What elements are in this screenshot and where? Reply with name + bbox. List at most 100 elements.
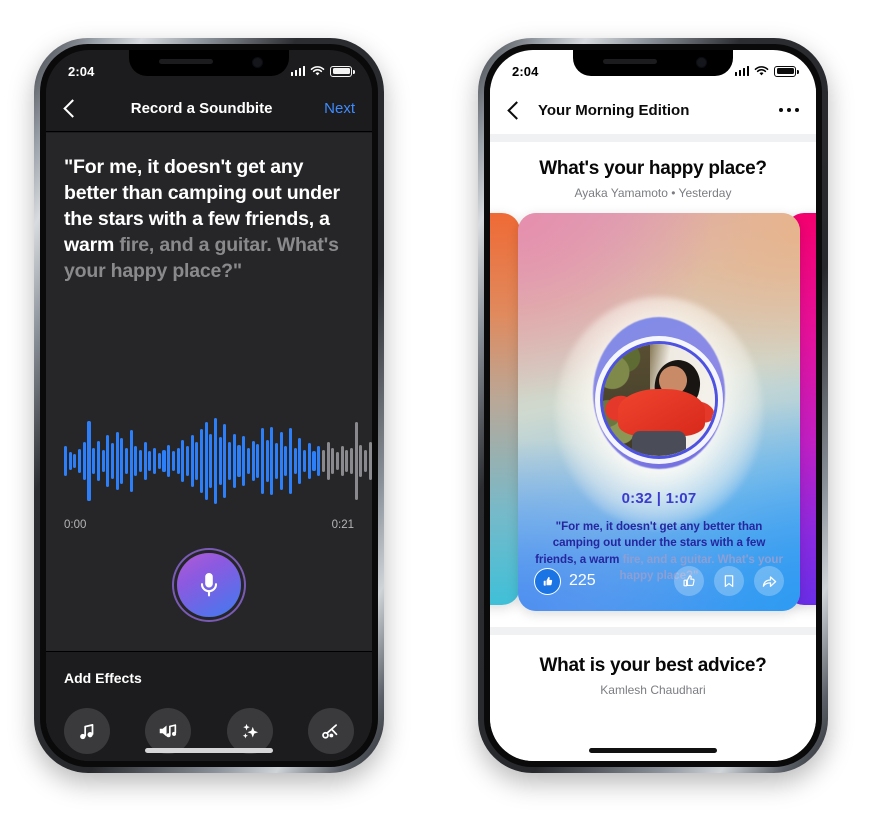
waveform-bar — [78, 448, 82, 474]
effect-music-button[interactable] — [64, 708, 110, 754]
card-action-bar: 225 — [534, 566, 784, 596]
thumbs-up-outline-icon — [683, 575, 695, 587]
page-title: Your Morning Edition — [538, 101, 690, 119]
waveform-bar — [214, 418, 218, 504]
record-soundbite-screen: 2:04 Record a Soundbite Next "For me, it… — [46, 50, 372, 761]
waveform-bar — [293, 447, 297, 475]
waveform-bar — [110, 443, 114, 479]
waveform-bar — [251, 440, 255, 482]
post-title-2: What is your best advice? — [539, 655, 767, 676]
waveform-bar — [274, 443, 279, 479]
waveform-bar — [106, 434, 110, 488]
carousel-card-previous[interactable] — [490, 213, 520, 605]
microphone-icon — [200, 573, 218, 597]
waveform-bar — [162, 449, 166, 473]
waveform-bar — [223, 424, 227, 498]
waveform-bar — [87, 420, 91, 502]
chevron-left-icon[interactable] — [63, 99, 82, 118]
share-arrow-icon — [762, 575, 776, 587]
waveform-bar — [120, 438, 124, 484]
waveform-bar — [303, 449, 307, 473]
waveform-bar — [317, 446, 321, 476]
waveform-bar — [129, 430, 133, 492]
record-button-area — [46, 553, 372, 617]
waveform-bar — [148, 451, 152, 471]
waveform-bar — [68, 452, 72, 470]
waveform-bar — [199, 429, 204, 493]
waveform-bar — [242, 436, 246, 486]
waveform-bar — [190, 435, 194, 487]
wifi-icon — [310, 66, 325, 76]
waveform-bar — [321, 449, 325, 473]
voice-effect-icon — [160, 724, 177, 738]
waveform-bar — [143, 441, 147, 481]
waveform-bar — [364, 449, 368, 473]
more-horizontal-icon[interactable] — [778, 107, 799, 113]
waveform-bar — [73, 453, 77, 469]
nav-bar-right: Your Morning Edition — [490, 86, 816, 134]
record-button[interactable] — [177, 553, 241, 617]
record-body: "For me, it doesn't get any better than … — [46, 133, 372, 761]
post-header: What's your happy place? Ayaka Yamamoto … — [490, 142, 816, 200]
waveform-bar — [256, 444, 260, 478]
morning-edition-screen: 2:04 Your Morning Edition What's your ha… — [490, 50, 816, 761]
waveform-section: 0:00 0:21 — [64, 415, 372, 531]
battery-icon — [330, 65, 355, 77]
waveform-bar — [185, 446, 189, 476]
waveform-bar — [209, 433, 213, 489]
front-camera — [696, 57, 707, 68]
waveform-bar — [82, 441, 86, 481]
phone-left: 2:04 Record a Soundbite Next "For me, it… — [34, 38, 384, 773]
phone-left-screen: 2:04 Record a Soundbite Next "For me, it… — [46, 50, 372, 761]
waveform-bar — [171, 451, 175, 471]
waveform-bar — [289, 427, 293, 495]
avatar-jeans — [632, 431, 686, 456]
feed[interactable]: What's your happy place? Ayaka Yamamoto … — [490, 142, 816, 761]
waveform-bar — [340, 446, 344, 476]
waveform-bar — [354, 422, 358, 500]
waveform[interactable] — [64, 415, 372, 507]
soundbite-carousel[interactable]: 0:32 | 1:07 "For me, it doesn't get any … — [490, 213, 816, 613]
next-button[interactable]: Next — [324, 100, 355, 117]
page-title: Record a Soundbite — [130, 100, 273, 117]
status-icons — [290, 65, 355, 77]
waveform-bar — [228, 442, 232, 480]
prompt-text: "For me, it doesn't get any better than … — [46, 133, 372, 285]
share-button[interactable] — [754, 566, 784, 596]
like-button[interactable] — [674, 566, 704, 596]
phone-right-bezel: 2:04 Your Morning Edition What's your ha… — [484, 44, 822, 767]
save-button[interactable] — [714, 566, 744, 596]
waveform-bar — [326, 441, 330, 481]
waveform-bar — [260, 428, 264, 494]
like-summary[interactable]: 225 — [534, 567, 596, 595]
post-header-2: What is your best advice? Kamlesh Chaudh… — [490, 635, 816, 697]
effects-panel: Add Effects — [46, 651, 372, 761]
waveform-bar — [359, 445, 363, 477]
feed-separator — [490, 627, 816, 635]
waveform-bar — [345, 450, 349, 472]
home-indicator[interactable] — [589, 748, 717, 753]
phone-right-screen: 2:04 Your Morning Edition What's your ha… — [490, 50, 816, 761]
header-separator — [490, 134, 816, 142]
card-actions — [674, 566, 784, 596]
carousel-card-current[interactable]: 0:32 | 1:07 "For me, it doesn't get any … — [518, 213, 800, 611]
wifi-icon — [754, 66, 769, 76]
waveform-bar — [331, 447, 335, 475]
waveform-bar — [96, 440, 100, 482]
post-title: What's your happy place? — [539, 158, 767, 179]
effects-title: Add Effects — [64, 670, 142, 686]
post-meta-2: Kamlesh Chaudhari — [600, 683, 706, 697]
nav-bar-left: Record a Soundbite Next — [46, 86, 372, 132]
waveform-bar — [195, 441, 199, 481]
waveform-times: 0:00 0:21 — [64, 519, 354, 531]
chevron-left-icon[interactable] — [507, 100, 526, 120]
effect-trim-button[interactable] — [307, 708, 354, 754]
waveform-bar — [298, 438, 302, 484]
scissors-icon — [322, 724, 338, 739]
notch — [573, 50, 733, 76]
waveform-bar — [64, 446, 68, 476]
earpiece-speaker — [603, 59, 657, 64]
post-meta: Ayaka Yamamoto • Yesterday — [574, 186, 732, 200]
home-indicator[interactable] — [145, 748, 273, 753]
like-count: 225 — [569, 572, 596, 589]
